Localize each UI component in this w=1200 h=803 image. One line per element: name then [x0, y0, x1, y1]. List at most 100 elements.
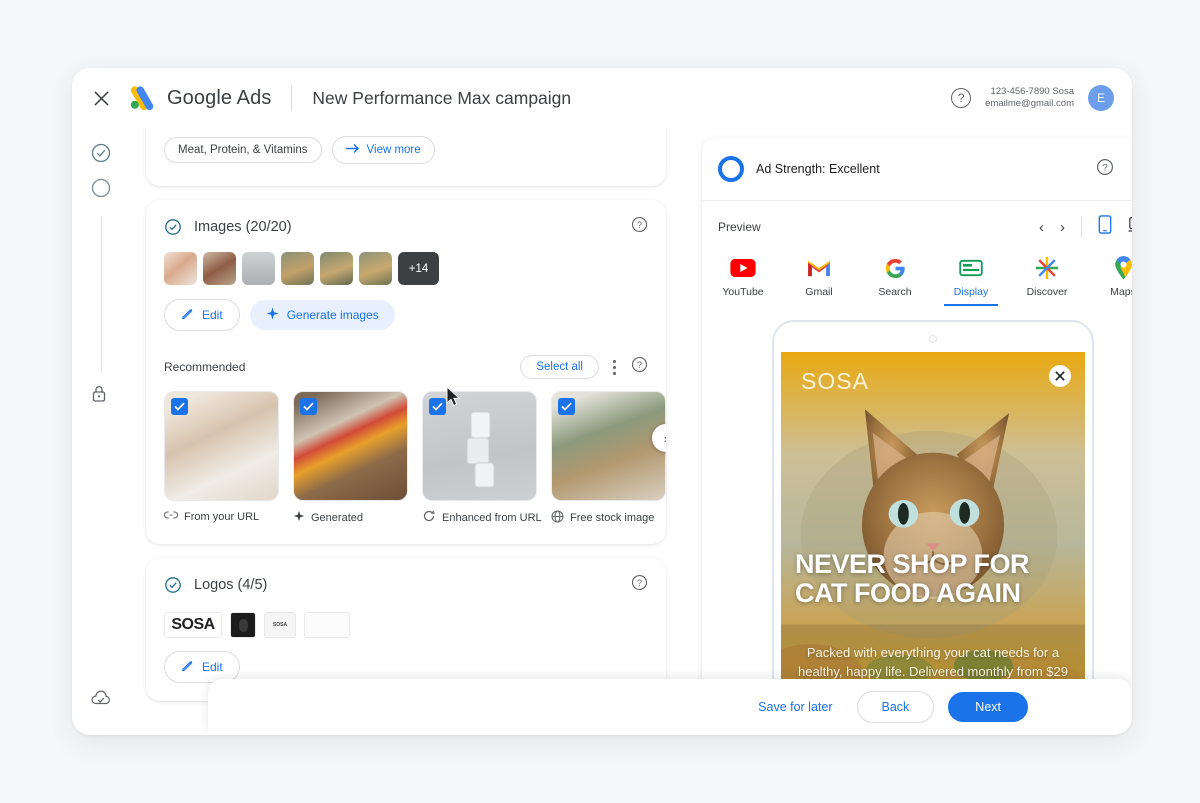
- image-checkbox[interactable]: [429, 398, 446, 415]
- google-ads-logo-icon: [128, 85, 158, 111]
- back-button[interactable]: Back: [856, 691, 935, 723]
- link-icon: [163, 510, 179, 523]
- chevron-left-icon[interactable]: ‹: [1039, 219, 1044, 236]
- image-thumbnail[interactable]: [203, 252, 236, 285]
- logos-help-icon[interactable]: ?: [631, 574, 648, 596]
- tab-search[interactable]: Search: [868, 255, 922, 306]
- lock-icon: [90, 384, 112, 406]
- more-images-count[interactable]: +14: [398, 252, 439, 285]
- ad-strength-label: Ad Strength: Excellent: [756, 162, 880, 176]
- account-id: 123-456-7890 Sosa: [990, 86, 1074, 98]
- ad-headline: NEVER SHOP FOR CAT FOOD AGAIN: [795, 550, 1071, 607]
- logos-header: Logos (4/5) ?: [146, 558, 666, 596]
- recommended-carousel: From your URL Generated Enhanced from UR…: [146, 379, 666, 544]
- recommended-image-card[interactable]: Free stock image: [551, 391, 666, 526]
- ad-creative-preview[interactable]: SOSA NEVER SHOP FOR CAT FOOD AGAIN Packe…: [781, 352, 1085, 728]
- account-email: emailme@gmail.com: [985, 98, 1074, 109]
- logo-thumbnail[interactable]: SOSA: [264, 612, 296, 638]
- tab-discover[interactable]: Discover: [1020, 255, 1074, 306]
- mobile-device-icon[interactable]: [1098, 215, 1112, 239]
- campaign-builder-window: Google Ads New Performance Max campaign …: [72, 68, 1132, 735]
- image-checkbox[interactable]: [300, 398, 317, 415]
- view-more-button[interactable]: View more: [331, 136, 435, 164]
- ad-strength-help-icon[interactable]: ?: [1096, 158, 1114, 181]
- gmail-icon: [792, 255, 846, 281]
- ad-strength-row: Ad Strength: Excellent ?: [702, 138, 1132, 201]
- recommended-image-card[interactable]: From your URL: [163, 391, 279, 526]
- kebab-menu-icon[interactable]: [613, 359, 617, 375]
- tab-display[interactable]: Display: [944, 255, 998, 306]
- pencil-icon: [181, 659, 194, 675]
- images-help-icon[interactable]: ?: [631, 216, 648, 238]
- logos-title: Logos (4/5): [194, 577, 268, 593]
- next-button[interactable]: Next: [948, 692, 1028, 722]
- page-title: New Performance Max campaign: [312, 87, 572, 108]
- audience-signals-card: Meat, Protein, & Vitamins View more: [146, 122, 666, 186]
- preview-column: Ad Strength: Excellent ? Preview ‹ › You…: [682, 128, 1132, 735]
- check-circle-icon[interactable]: [90, 142, 112, 164]
- image-source-label: From your URL: [163, 510, 279, 523]
- ad-headline-line2: CAT FOOD AGAIN: [795, 577, 1021, 608]
- image-checkbox[interactable]: [171, 398, 188, 415]
- image-thumbnail-row: +14: [146, 238, 666, 285]
- logo-thumbnail[interactable]: SOSA: [164, 612, 222, 638]
- tab-maps[interactable]: Maps: [1096, 255, 1132, 306]
- label-text: Free stock image: [570, 512, 655, 524]
- stepper-line: [100, 216, 102, 374]
- logo-thumbnail-row: SOSA SOSA: [146, 596, 666, 638]
- tab-youtube[interactable]: YouTube: [716, 255, 770, 306]
- tab-label: Discover: [1026, 286, 1068, 298]
- check-circle-icon: [164, 576, 182, 594]
- chip-row: Meat, Protein, & Vitamins View more: [164, 136, 648, 164]
- tab-gmail[interactable]: Gmail: [792, 255, 846, 306]
- desktop-device-icon[interactable]: [1128, 216, 1132, 238]
- view-more-label: View more: [366, 144, 421, 156]
- google-g-icon: [868, 255, 922, 281]
- image-thumbnail[interactable]: [320, 252, 353, 285]
- recommended-help-icon[interactable]: ?: [631, 356, 648, 378]
- sparkle-icon: [293, 510, 305, 525]
- image-source-label: Generated: [293, 510, 408, 525]
- close-icon[interactable]: [1049, 365, 1071, 387]
- circle-icon[interactable]: [90, 177, 112, 199]
- chevron-right-icon[interactable]: ›: [1060, 219, 1065, 236]
- phone-camera-icon: [929, 335, 937, 343]
- account-info[interactable]: 123-456-7890 Sosa emailme@gmail.com: [985, 86, 1074, 110]
- svg-text:?: ?: [637, 578, 642, 588]
- tab-label: YouTube: [722, 286, 764, 298]
- youtube-icon: [716, 255, 770, 281]
- recommended-label: Recommended: [164, 360, 246, 374]
- logo-thumbnail[interactable]: [230, 612, 256, 638]
- svg-text:?: ?: [637, 220, 642, 230]
- image-source-label: Free stock image: [551, 510, 666, 526]
- image-thumbnail[interactable]: [242, 252, 275, 285]
- cloud-done-icon: [90, 689, 112, 711]
- image-checkbox[interactable]: [558, 398, 575, 415]
- edit-label: Edit: [202, 308, 223, 322]
- tab-label: Maps: [1110, 286, 1132, 298]
- preview-toolbar-actions: ‹ ›: [1039, 215, 1132, 239]
- close-icon[interactable]: [88, 85, 114, 111]
- pencil-icon: [181, 307, 194, 323]
- save-for-later-button[interactable]: Save for later: [748, 692, 842, 722]
- image-thumbnail[interactable]: [281, 252, 314, 285]
- recommended-image-card[interactable]: Generated: [293, 391, 408, 526]
- generate-images-button[interactable]: Generate images: [249, 300, 395, 330]
- images-title: Images (20/20): [194, 219, 292, 235]
- select-all-button[interactable]: Select all: [520, 355, 599, 379]
- image-thumbnail[interactable]: [359, 252, 392, 285]
- svg-text:?: ?: [1102, 162, 1107, 173]
- content-area: Meat, Protein, & Vitamins View more Imag: [130, 122, 1132, 735]
- avatar[interactable]: E: [1088, 85, 1114, 111]
- category-chip[interactable]: Meat, Protein, & Vitamins: [164, 137, 322, 163]
- logo-thumbnail[interactable]: [304, 612, 350, 638]
- recommended-actions: Select all ?: [520, 355, 648, 379]
- header-divider: [291, 85, 293, 111]
- help-icon[interactable]: ?: [951, 88, 972, 108]
- ad-headline-line1: NEVER SHOP FOR: [795, 549, 1030, 579]
- image-thumbnail[interactable]: [164, 252, 197, 285]
- edit-images-button[interactable]: Edit: [164, 299, 240, 331]
- edit-label: Edit: [202, 660, 223, 674]
- discover-icon: [1020, 255, 1074, 281]
- recommended-image-card[interactable]: Enhanced from URL: [422, 391, 542, 526]
